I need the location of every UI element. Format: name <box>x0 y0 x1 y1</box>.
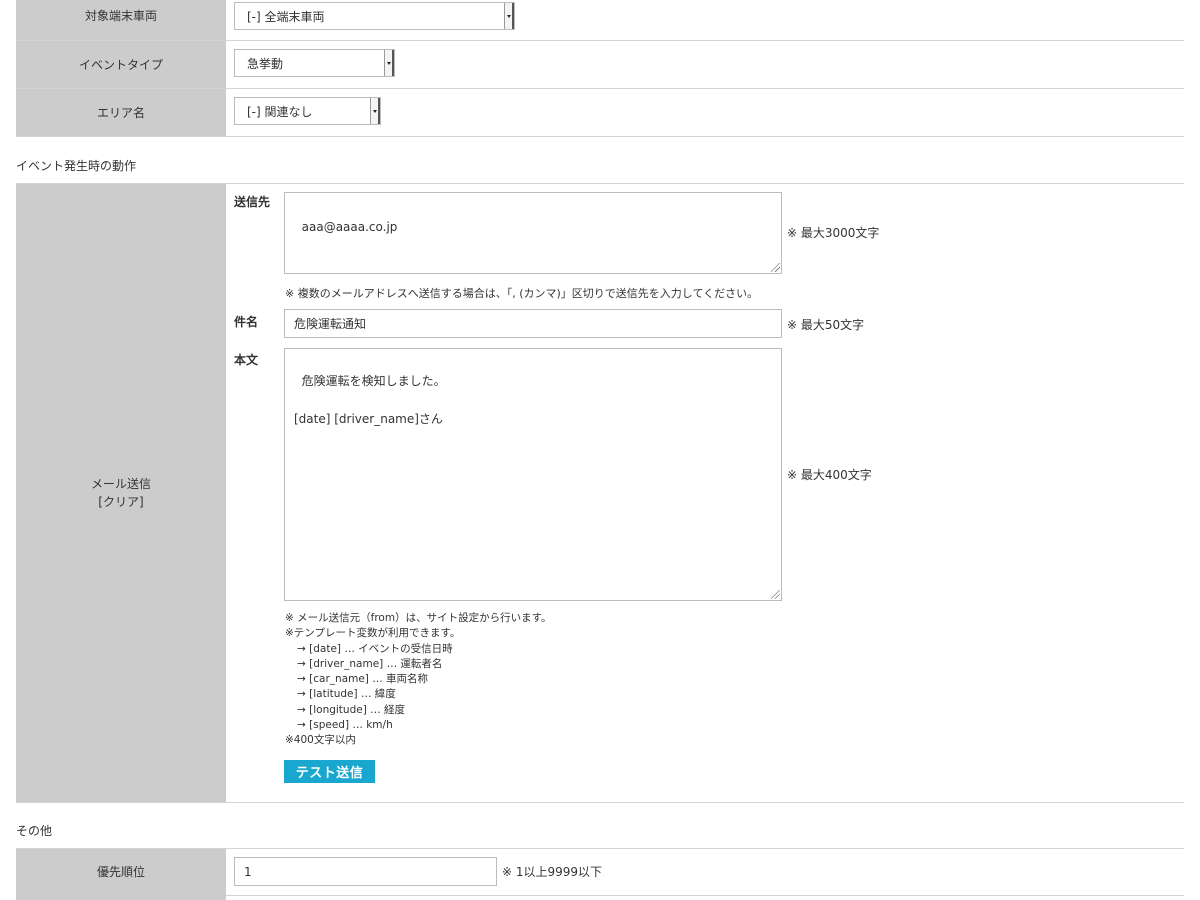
resize-grip-icon[interactable] <box>771 590 780 599</box>
to-limit-note: ※ 最大3000文字 <box>787 226 880 240</box>
chevron-down-icon <box>370 98 380 124</box>
mail-clear-link[interactable]: [クリア] <box>91 493 151 511</box>
priority-input[interactable]: 1 <box>234 857 497 886</box>
template-notes: ※ メール送信元（from）は、サイト設定から行います。 ※テンプレート変数が利… <box>285 612 552 747</box>
event-type-row: イベントタイプ 急挙動 <box>16 41 1184 89</box>
priority-label: 優先順位 <box>16 849 226 895</box>
priority-limit-note: ※ 1以上9999以下 <box>502 865 603 879</box>
section-title-other: その他 <box>16 824 53 838</box>
chevron-down-icon <box>384 50 394 76</box>
priority-row: 優先順位 1 ※ 1以上9999以下 <box>16 848 1184 896</box>
resize-grip-icon[interactable] <box>771 263 780 272</box>
subject-input[interactable]: 危険運転通知 <box>284 309 782 338</box>
target-vehicle-label: 対象端末車両 <box>16 0 226 40</box>
area-row: エリア名 [-] 関連なし <box>16 89 1184 137</box>
to-help-note: ※ 複数のメールアドレスへ送信する場合は、「, (カンマ)」区切りで送信先を入力… <box>285 287 759 300</box>
area-label: エリア名 <box>16 89 226 136</box>
to-label: 送信先 <box>234 195 271 209</box>
body-limit-note: ※ 最大400文字 <box>787 468 872 482</box>
section-title-action: イベント発生時の動作 <box>16 159 137 173</box>
body-textarea[interactable]: 危険運転を検知しました。 [date] [driver_name]さん <box>284 348 782 601</box>
next-row-label <box>16 895 226 900</box>
to-textarea[interactable]: aaa@aaaa.co.jp <box>284 192 782 274</box>
body-label: 本文 <box>234 353 259 367</box>
test-send-button[interactable]: テスト送信 <box>284 760 375 783</box>
subject-label: 件名 <box>234 315 259 329</box>
event-type-label: イベントタイプ <box>16 41 226 88</box>
mail-label: メール送信 [クリア] <box>16 184 226 802</box>
event-type-select[interactable]: 急挙動 <box>234 49 395 77</box>
target-vehicle-select[interactable]: [-] 全端末車両 <box>234 2 515 30</box>
chevron-down-icon <box>504 3 514 29</box>
subject-limit-note: ※ 最大50文字 <box>787 318 865 332</box>
target-vehicle-row: 対象端末車両 [-] 全端末車両 <box>16 0 1184 41</box>
area-select[interactable]: [-] 関連なし <box>234 97 381 125</box>
